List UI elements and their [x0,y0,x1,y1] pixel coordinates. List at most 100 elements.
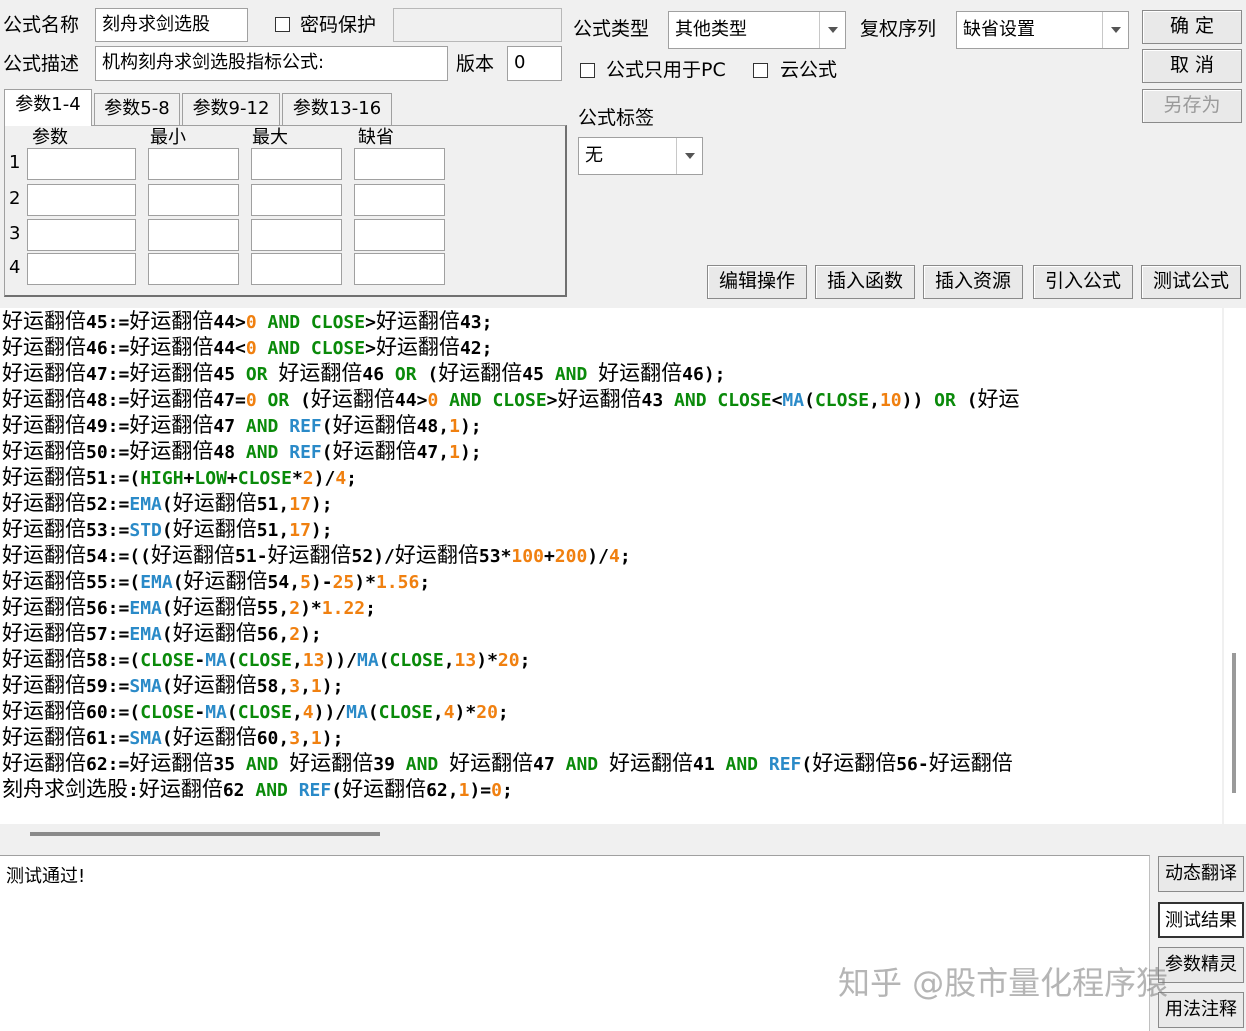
usage-notes-button[interactable]: 用法注释 [1158,992,1244,1028]
param-cell-input[interactable] [148,148,239,180]
insert-resource-button[interactable]: 插入资源 [923,265,1023,299]
version-input[interactable]: 0 [507,46,562,81]
dynamic-translate-button[interactable]: 动态翻译 [1158,856,1244,892]
code-token: ); [310,520,333,541]
code-token: 刻舟求剑选股 [2,777,128,801]
code-token: 3 [289,676,301,697]
code-token: 25 [332,572,355,593]
chevron-down-icon[interactable] [676,138,702,174]
param-cell-input[interactable] [354,184,445,216]
code-token: ( [161,676,173,697]
code-token: 13 [454,650,477,671]
code-token: 好运翻倍 [2,595,86,619]
param-row-number: 1 [9,152,21,173]
test-formula-button[interactable]: 测试公式 [1141,265,1241,299]
code-token: 50:= [86,442,130,463]
code-token: 55, [256,598,290,619]
code-token: 45 [522,364,544,385]
vertical-scrollbar[interactable] [1224,308,1246,824]
code-token: OR [256,390,301,411]
formula-name-label: 公式名称 [3,14,80,36]
code-token: ); [310,494,333,515]
param-cell-input[interactable] [251,253,342,285]
code-token: 好运翻倍 [2,751,86,775]
code-token: : [128,780,139,801]
code-token: 51:=( [86,468,141,489]
code-token: 58:=( [86,650,141,671]
param-cell-input[interactable] [251,219,342,251]
param-cell-input[interactable] [354,253,445,285]
param-cell-input[interactable] [27,148,136,180]
code-token: 1 [310,676,322,697]
formula-tag-select[interactable]: 无 [578,137,703,175]
code-token: AND [394,754,450,775]
restore-select[interactable]: 缺省设置 [956,11,1129,49]
code-token: ; [365,598,376,619]
code-token: MA [205,650,227,671]
horizontal-scroll-thumb[interactable] [30,832,380,836]
tab-params-5-8[interactable]: 参数5-8 [94,93,180,125]
code-token: AND [714,754,769,775]
code-token: 0 [427,390,439,411]
pc-only-checkbox[interactable] [580,63,595,78]
tab-params-13-16[interactable]: 参数13-16 [282,93,392,125]
param-cell-input[interactable] [148,219,239,251]
param-cell-input[interactable] [251,184,342,216]
code-token: ; [619,546,631,567]
code-token: MA [782,390,805,411]
code-token: 好运翻倍 [394,543,479,567]
horizontal-scrollbar[interactable] [0,824,1222,846]
vertical-scroll-thumb[interactable] [1232,653,1236,793]
chevron-down-icon[interactable] [1102,12,1128,48]
param-cell-input[interactable] [354,148,445,180]
edit-ops-button[interactable]: 编辑操作 [707,265,807,299]
insert-function-button[interactable]: 插入函数 [815,265,915,299]
tab-params-1-4[interactable]: 参数1-4 [4,89,92,126]
code-token: > [365,312,376,333]
code-token: 好运翻倍 [2,465,86,489]
code-token: ; [419,572,431,593]
chevron-down-icon[interactable] [819,12,845,48]
cancel-button[interactable]: 取 消 [1142,49,1242,83]
code-token: 20 [497,650,520,671]
code-token: 好运翻倍 [2,673,86,697]
cloud-checkbox[interactable] [753,63,768,78]
test-result-button[interactable]: 测试结果 [1158,902,1244,938]
code-token: 好运翻倍 [2,361,86,385]
param-cell-input[interactable] [27,253,136,285]
param-col-max: 最大 [252,127,288,148]
code-token: ); [321,728,344,749]
code-token: ( [966,390,978,411]
formula-desc-input[interactable]: 机构刻舟求剑选股指标公式: [95,46,448,81]
code-token: 60:=( [86,702,141,723]
import-formula-button[interactable]: 引入公式 [1033,265,1133,299]
param-cell-input[interactable] [148,184,239,216]
password-label: 密码保护 [300,14,377,36]
password-checkbox[interactable] [275,17,290,32]
param-wizard-button[interactable]: 参数精灵 [1158,947,1244,983]
param-col-min: 最小 [150,127,186,148]
code-token: )) [901,390,924,411]
code-token: 0 [245,338,257,359]
tab-params-9-12[interactable]: 参数9-12 [182,93,280,125]
code-token: 好运翻倍 [332,439,417,463]
code-token: REF [289,416,322,437]
param-cell-input[interactable] [27,219,136,251]
param-cell-input[interactable] [148,253,239,285]
code-editor[interactable]: 好运翻倍45:=好运翻倍44>0 AND CLOSE>好运翻倍43; 好运翻倍46… [0,308,1222,824]
output-panel[interactable]: 测试通过! [0,855,1150,1031]
ok-button[interactable]: 确 定 [1142,10,1242,44]
code-token: MA [356,650,379,671]
code-token: 44> [394,390,428,411]
code-token: 2 [289,598,301,619]
param-cell-input[interactable] [251,148,342,180]
code-token: 好运翻倍 [2,699,86,723]
code-line: 好运翻倍46:=好运翻倍44<0 AND CLOSE>好运翻倍42; [2,334,492,360]
param-cell-input[interactable] [27,184,136,216]
code-token: 2 [302,468,314,489]
param-cell-input[interactable] [354,219,445,251]
formula-type-select[interactable]: 其他类型 [668,11,846,49]
code-token: 好运翻倍 [129,387,214,411]
code-token: REF [768,754,802,775]
formula-name-input[interactable]: 刻舟求剑选股 [95,8,248,42]
